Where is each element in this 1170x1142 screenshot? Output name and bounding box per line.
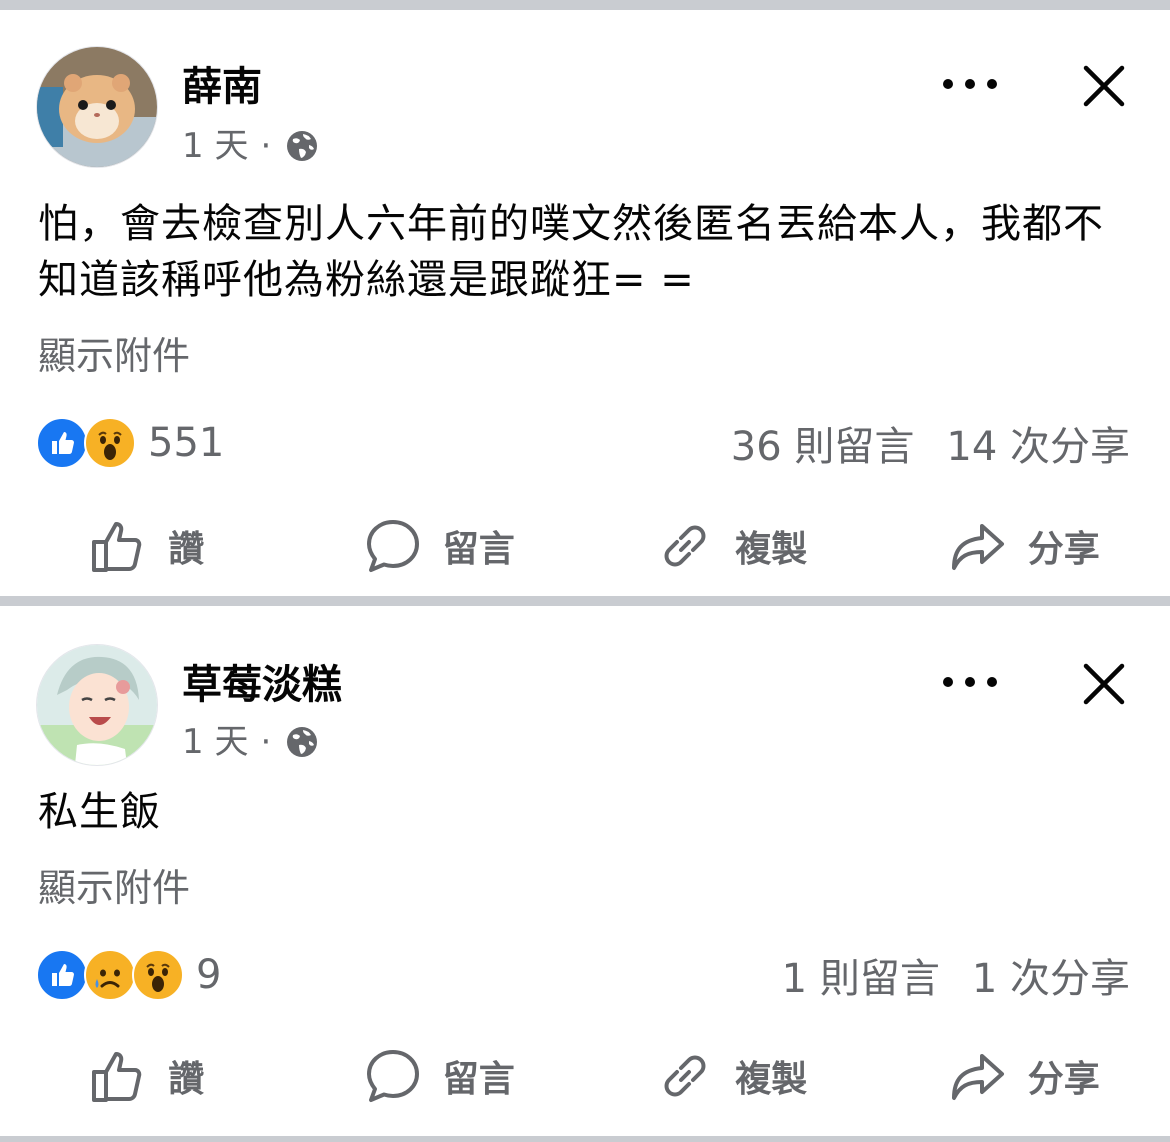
- close-icon[interactable]: [1080, 660, 1128, 708]
- author-name[interactable]: 草莓淡糕: [182, 660, 342, 710]
- share-arrow-icon: [951, 1054, 1004, 1100]
- more-dot: [943, 677, 953, 687]
- post: 薛南 1 天 · 怕，會去檢查別人六年前的噗文然後匿名丟給本人，我都不知道該稱呼…: [0, 10, 1170, 596]
- close-icon[interactable]: [1080, 62, 1128, 110]
- reactions[interactable]: 9: [36, 949, 221, 1001]
- post: 草莓淡糕 1 天 · 私生飯 顯示附件 9 1 則留言 1 次分享 讚 留言 複…: [0, 606, 1170, 1136]
- share-label: 分享: [1027, 529, 1100, 570]
- more-options-button[interactable]: [940, 62, 1000, 106]
- avatar[interactable]: [36, 644, 158, 766]
- comment-count[interactable]: 1 則留言: [782, 946, 940, 1004]
- show-attachment-link[interactable]: 顯示附件: [0, 860, 1170, 916]
- link-icon: [664, 525, 706, 567]
- author-name[interactable]: 薛南: [182, 62, 262, 112]
- comment-bubble-icon: [366, 1050, 419, 1102]
- copy-link-button[interactable]: 複製: [585, 1046, 878, 1106]
- meta-dot: ·: [260, 722, 272, 762]
- reaction-count: 9: [196, 952, 222, 998]
- thumbs-up-icon: [92, 522, 142, 572]
- meta-dot: ·: [260, 126, 272, 166]
- like-button[interactable]: 讚: [0, 516, 293, 576]
- share-label: 分享: [1027, 1059, 1100, 1100]
- copy-label: 複製: [735, 1059, 808, 1100]
- post-meta: 1 天 ·: [182, 124, 319, 168]
- copy-label: 複製: [735, 529, 808, 570]
- post-header: 薛南 1 天 ·: [0, 10, 1170, 168]
- like-label: 讚: [168, 1059, 205, 1100]
- post-time[interactable]: 1 天: [182, 124, 248, 168]
- comment-bubble-icon: [366, 520, 419, 572]
- share-arrow-icon: [951, 524, 1004, 570]
- like-label: 讚: [168, 529, 205, 570]
- globe-icon: [287, 131, 318, 161]
- like-reaction-icon: [36, 949, 88, 1001]
- like-reaction-icon: [36, 417, 88, 469]
- show-attachment-link[interactable]: 顯示附件: [0, 328, 1170, 384]
- post-time[interactable]: 1 天: [182, 720, 248, 764]
- post-header: 草莓淡糕 1 天 ·: [0, 606, 1170, 766]
- comment-button[interactable]: 留言: [293, 516, 586, 576]
- globe-icon: [287, 727, 318, 757]
- comment-count[interactable]: 36 則留言: [731, 414, 915, 472]
- copy-link-button[interactable]: 複製: [585, 516, 878, 576]
- wow-reaction-icon: [132, 949, 184, 1001]
- avatar[interactable]: [36, 46, 158, 168]
- post-body: 私生飯: [38, 789, 161, 835]
- like-button[interactable]: 讚: [0, 1046, 293, 1106]
- share-button[interactable]: 分享: [878, 516, 1170, 576]
- post-body: 怕，會去檢查別人六年前的噗文然後匿名丟給本人，我都不知道該稱呼他為粉絲還是跟蹤狂…: [38, 201, 1104, 303]
- comment-label: 留言: [442, 529, 515, 570]
- stats-right: 36 則留言 14 次分享: [699, 414, 1130, 472]
- more-dot: [987, 677, 997, 687]
- action-bar: 讚 留言 複製 分享: [0, 1026, 1170, 1126]
- more-dot: [987, 79, 997, 89]
- reaction-count: 551: [148, 420, 225, 466]
- action-bar: 讚 留言 複製 分享: [0, 496, 1170, 596]
- post-stats: 9 1 則留言 1 次分享: [0, 940, 1170, 1010]
- more-dot: [965, 79, 975, 89]
- more-dot: [965, 677, 975, 687]
- post-meta: 1 天 ·: [182, 720, 319, 764]
- thumbs-up-icon: [92, 1052, 142, 1102]
- share-count[interactable]: 1 次分享: [972, 946, 1130, 1004]
- share-button[interactable]: 分享: [878, 1046, 1170, 1106]
- anime-character-avatar-icon: [37, 645, 157, 765]
- stats-right: 1 則留言 1 次分享: [750, 946, 1130, 1004]
- wow-reaction-icon: [84, 417, 136, 469]
- reactions[interactable]: 551: [36, 417, 224, 469]
- more-dot: [943, 79, 953, 89]
- comment-button[interactable]: 留言: [293, 1046, 586, 1106]
- link-icon: [664, 1055, 706, 1097]
- comment-label: 留言: [442, 1059, 515, 1100]
- share-count[interactable]: 14 次分享: [946, 414, 1130, 472]
- more-options-button[interactable]: [940, 660, 1000, 704]
- hamster-avatar-icon: [37, 47, 157, 167]
- post-stats: 551 36 則留言 14 次分享: [0, 408, 1170, 478]
- sad-reaction-icon: [84, 949, 136, 1001]
